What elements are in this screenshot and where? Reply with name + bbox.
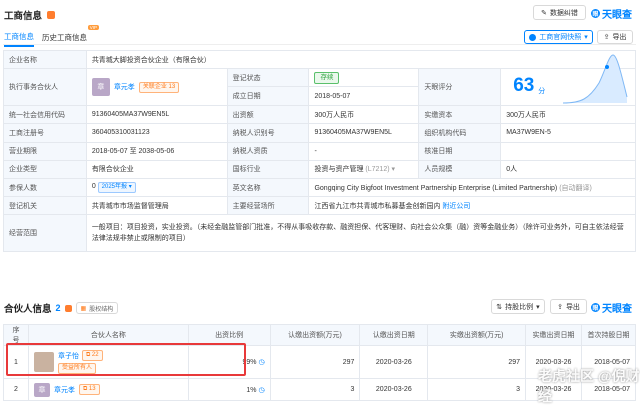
capital-label: 出资额	[226, 105, 310, 125]
status-est-labels: 登记状态 成立日期	[226, 68, 310, 107]
scope-label: 经营范围	[3, 214, 87, 253]
section-header: 工商信息	[4, 8, 56, 22]
approve-date	[500, 141, 636, 161]
partner-cell: 章 章元孝 ⧉ 13	[27, 378, 189, 401]
business-scope: 一般项目：项目投资，实业投资。（未经金融监管部门批准，不得从事吸收存款、融资担保…	[85, 214, 637, 253]
partners-export-button[interactable]: ⇪ 导出	[550, 299, 587, 314]
watermark: 老虎社区 @倪财经	[538, 368, 640, 404]
related-tag[interactable]: ⧉ 13	[78, 384, 100, 395]
taxno: 91360405MA37W9EN5L	[308, 123, 420, 143]
nearby-companies-link[interactable]: 附近公司	[442, 203, 470, 210]
en-name: Gongqing City Bigfoot Investment Partner…	[308, 177, 636, 198]
business-info-table: 企业名称 共青城大脚投资合伙企业（有限合伙） 执行事务合伙人 章 章元孝 关联企…	[3, 49, 637, 253]
partner-name-link[interactable]: 章元孝	[114, 82, 135, 92]
taxno-label: 纳税人识别号	[226, 123, 310, 143]
structure-icon: ▦	[80, 305, 87, 312]
term: 2018-05-07 至 2038-05-06	[85, 141, 228, 161]
authority-label: 登记机关	[3, 196, 87, 216]
partners-title: 合伙人信息	[4, 304, 52, 315]
regno-label: 工商注册号	[3, 123, 87, 143]
company-name-label: 企业名称	[3, 49, 87, 70]
approve-label: 核准日期	[418, 141, 502, 161]
industry-label: 国标行业	[226, 159, 310, 179]
info-badge	[64, 304, 72, 312]
report-error-button[interactable]: ✎ 数据纠错	[533, 5, 586, 20]
term-label: 营业期限	[3, 141, 87, 161]
ratio-sort-button[interactable]: ⇅ 持股比例 ▾	[491, 299, 545, 314]
history-icon[interactable]: ◷	[258, 387, 264, 394]
avatar: 章	[91, 78, 110, 97]
address-label: 主要经营场所	[226, 196, 310, 216]
export-icon: ⇪	[603, 34, 610, 41]
export-button[interactable]: ⇪ 导出	[597, 30, 633, 44]
related-companies-tag[interactable]: 关联企业 13	[138, 81, 180, 93]
annual-report-select[interactable]: 2025年报 ▾	[97, 182, 136, 194]
export-icon: ⇪	[557, 303, 563, 311]
orgcode-label: 组织机构代码	[418, 123, 502, 143]
chevron-down-icon: ▾	[584, 34, 588, 41]
tianyancha-logo: 眼 天眼查	[591, 9, 632, 21]
staff: 0人	[500, 159, 636, 179]
insured-label: 参保人数	[3, 177, 87, 198]
staff-label: 人员规模	[418, 159, 502, 179]
capital: 300万人民币	[308, 105, 420, 125]
partner-name-link[interactable]: 章元孝	[54, 385, 75, 395]
chevron-down-icon: ▾	[391, 166, 396, 174]
history-icon[interactable]: ◷	[258, 359, 264, 366]
vip-badge: VIP	[87, 25, 99, 30]
logo-icon: 眼	[591, 303, 600, 312]
partner-label: 执行事务合伙人	[3, 68, 87, 107]
score-label: 天眼评分	[418, 68, 502, 107]
authority: 共青城市市场监督管理局	[85, 196, 228, 216]
partners-header: 合伙人信息 2 ▦ 股权结构	[4, 301, 119, 315]
est-date: 2018-05-07	[314, 92, 351, 100]
company-name: 共青城大脚投资合伙企业（有限合伙）	[85, 49, 637, 70]
highlight-box	[6, 343, 246, 376]
score-value: 63	[513, 75, 535, 97]
paid-capital-label: 实缴资本	[418, 105, 502, 125]
address: 江西省九江市共青城市私募基金创新园内 附近公司	[308, 196, 636, 216]
credit-code-label: 统一社会信用代码	[3, 105, 87, 125]
credit-code: 91360405MA37W9EN5L	[85, 105, 228, 125]
sort-icon: ⇅	[496, 303, 503, 311]
snapshot-button[interactable]: 工商官网快照 ▾	[524, 30, 593, 44]
insured: 0 2025年报 ▾	[85, 177, 228, 198]
score-curve-chart	[563, 54, 628, 104]
en-name-label: 英文名称	[226, 177, 310, 198]
orgcode: MA37W9EN-5	[500, 123, 636, 143]
ratio-cell: 1% ◷	[187, 378, 271, 401]
edit-icon: ✎	[541, 9, 547, 17]
status-est-values: 存续 2018-05-07	[308, 68, 420, 107]
company-type: 有限合伙企业	[85, 159, 228, 179]
partners-count: 2	[55, 303, 61, 313]
tianyancha-logo: 眼 天眼查	[591, 303, 632, 315]
page-title: 工商信息	[4, 11, 43, 22]
score-cell: 63 分	[500, 54, 636, 107]
type-label: 企业类型	[3, 159, 87, 179]
industry: 投资与资产管理 (L7212) ▾	[308, 159, 420, 179]
globe-icon	[529, 33, 537, 41]
info-badge	[47, 11, 56, 19]
divider	[3, 44, 636, 45]
executive-partner: 章 章元孝 关联企业 13	[85, 68, 228, 107]
avatar: 章	[33, 382, 50, 397]
tax-qual: -	[308, 141, 420, 161]
score-unit: 分	[538, 88, 546, 96]
status-badge: 存续	[314, 71, 340, 84]
logo-icon: 眼	[591, 9, 600, 18]
tax-qual-label: 纳税人资质	[226, 141, 310, 161]
regno: 360405310031123	[85, 123, 228, 143]
equity-structure-button[interactable]: ▦ 股权结构	[75, 302, 119, 314]
chevron-down-icon: ▾	[536, 303, 540, 311]
paid-capital: 300万人民币	[500, 105, 636, 125]
